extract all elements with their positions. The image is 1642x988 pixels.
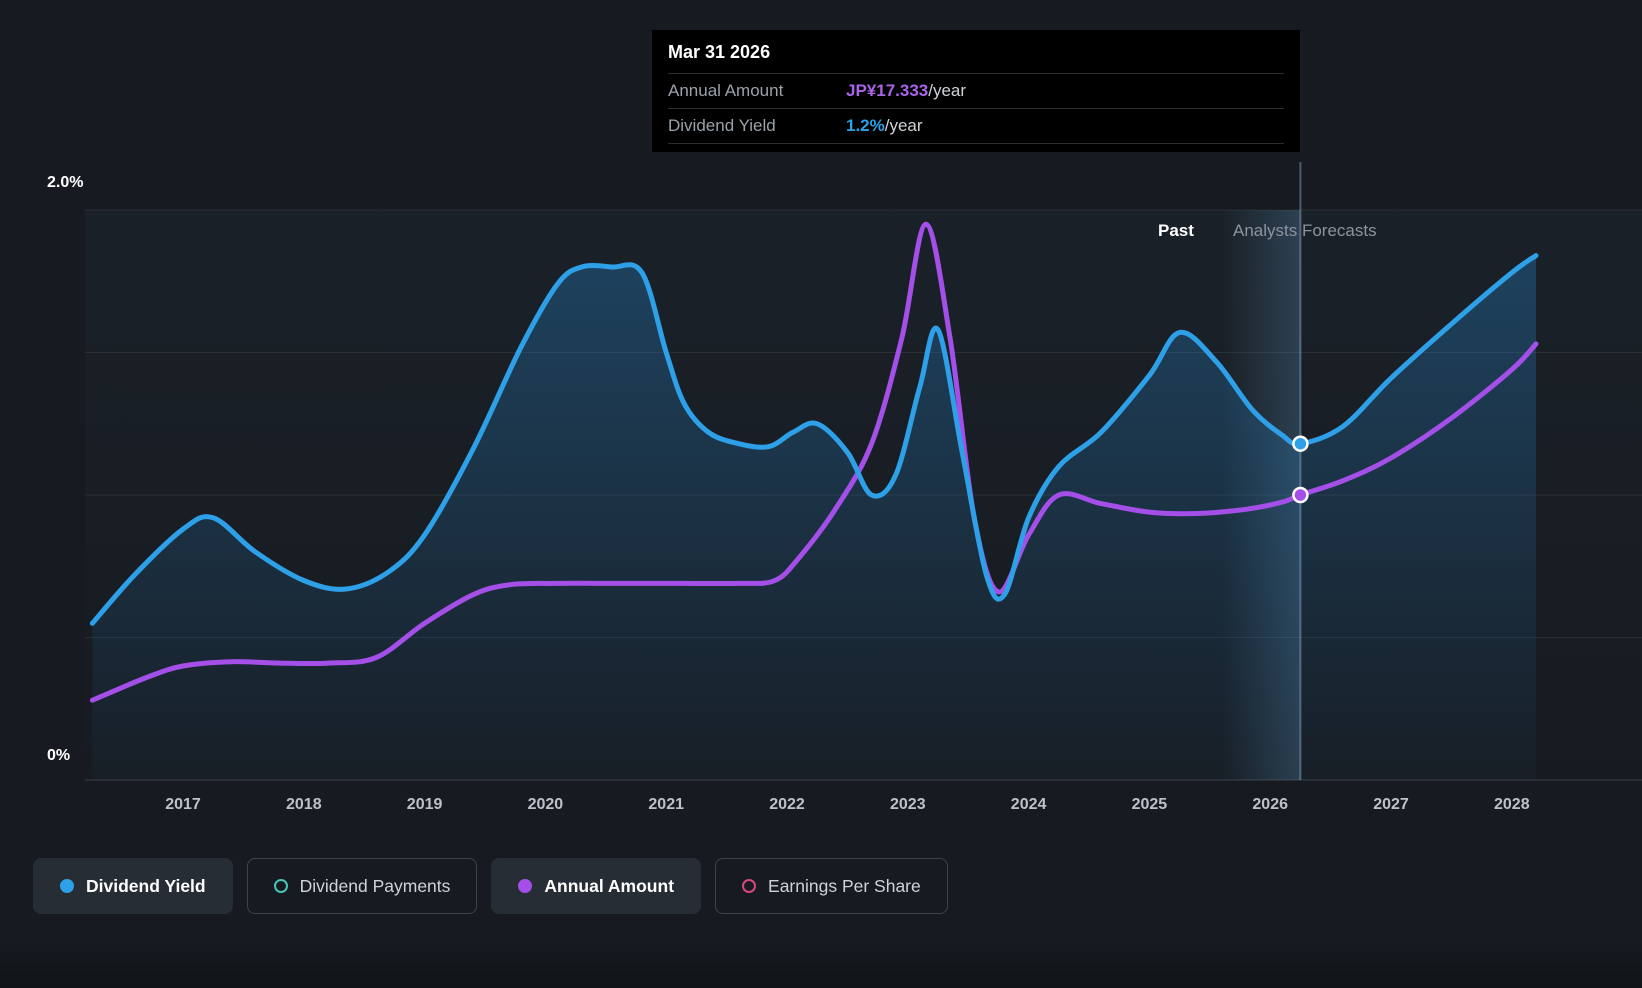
dividend-chart-page: 2.0% 0% 2017 2018 2019 2020 2021 2022 2023 2024… (0, 0, 1642, 988)
annual-amount-marker-icon (518, 879, 533, 893)
chart-legend: Dividend Yield Dividend Payments Annual Am… (33, 858, 948, 914)
legend-earnings-per-share-button[interactable]: Earnings Per Share (715, 858, 948, 914)
x-axis-label-2027: 2027 (1373, 796, 1409, 813)
x-axis-label-2020: 2020 (527, 796, 564, 813)
legend-label: Dividend Yield (86, 875, 206, 896)
analysts-forecasts-label: Analysts Forecasts (1233, 221, 1377, 240)
x-axis-label-2025: 2025 (1131, 796, 1168, 813)
earnings-per-share-marker-icon (742, 879, 757, 893)
tooltip-row-dividend-yield: Dividend Yield 1.2%/year (668, 108, 1284, 144)
tooltip-annual-amount-value: JP¥17.333 (846, 81, 929, 100)
x-axis-label-2028: 2028 (1494, 796, 1530, 813)
tooltip-dividend-yield-label: Dividend Yield (668, 116, 776, 135)
x-axis-label-2018: 2018 (286, 796, 322, 813)
x-axis-label-2026: 2026 (1252, 796, 1288, 813)
x-axis-label-2021: 2021 (648, 796, 684, 813)
x-axis-label-2019: 2019 (406, 796, 443, 813)
marker-dividend-yield[interactable] (1292, 435, 1309, 452)
x-axis-label-2024: 2024 (1010, 796, 1047, 813)
y-axis-label-top: 2.0% (47, 174, 84, 191)
marker-annual-amount[interactable] (1292, 486, 1309, 504)
dividend-payments-marker-icon (273, 879, 288, 893)
x-axis-label-2017: 2017 (165, 796, 201, 813)
tooltip-annual-amount-suffix: /year (928, 81, 967, 100)
legend-dividend-payments-button[interactable]: Dividend Payments (246, 858, 478, 914)
chart-tooltip: Mar 31 2026 Annual Amount JP¥17.333/year… (652, 30, 1300, 152)
x-axis-label-2023: 2023 (890, 796, 926, 813)
tooltip-date: Mar 31 2026 (668, 42, 771, 62)
tooltip-annual-amount-label: Annual Amount (668, 81, 784, 100)
legend-label: Earnings Per Share (768, 875, 921, 896)
legend-label: Annual Amount (544, 875, 675, 896)
legend-label: Dividend Payments (299, 875, 451, 896)
tooltip-dividend-yield-suffix: /year (884, 116, 923, 135)
dividend-yield-marker-icon (60, 879, 74, 893)
legend-annual-amount-button[interactable]: Annual Amount (491, 858, 702, 914)
y-axis-label-bottom: 0% (47, 747, 71, 764)
tooltip-dividend-yield-value: 1.2% (846, 116, 885, 135)
x-axis-label-2022: 2022 (769, 796, 805, 813)
tooltip-row-annual-amount: Annual Amount JP¥17.333/year (668, 73, 1284, 108)
past-label: Past (1158, 221, 1194, 240)
legend-dividend-yield-button[interactable]: Dividend Yield (33, 858, 233, 914)
